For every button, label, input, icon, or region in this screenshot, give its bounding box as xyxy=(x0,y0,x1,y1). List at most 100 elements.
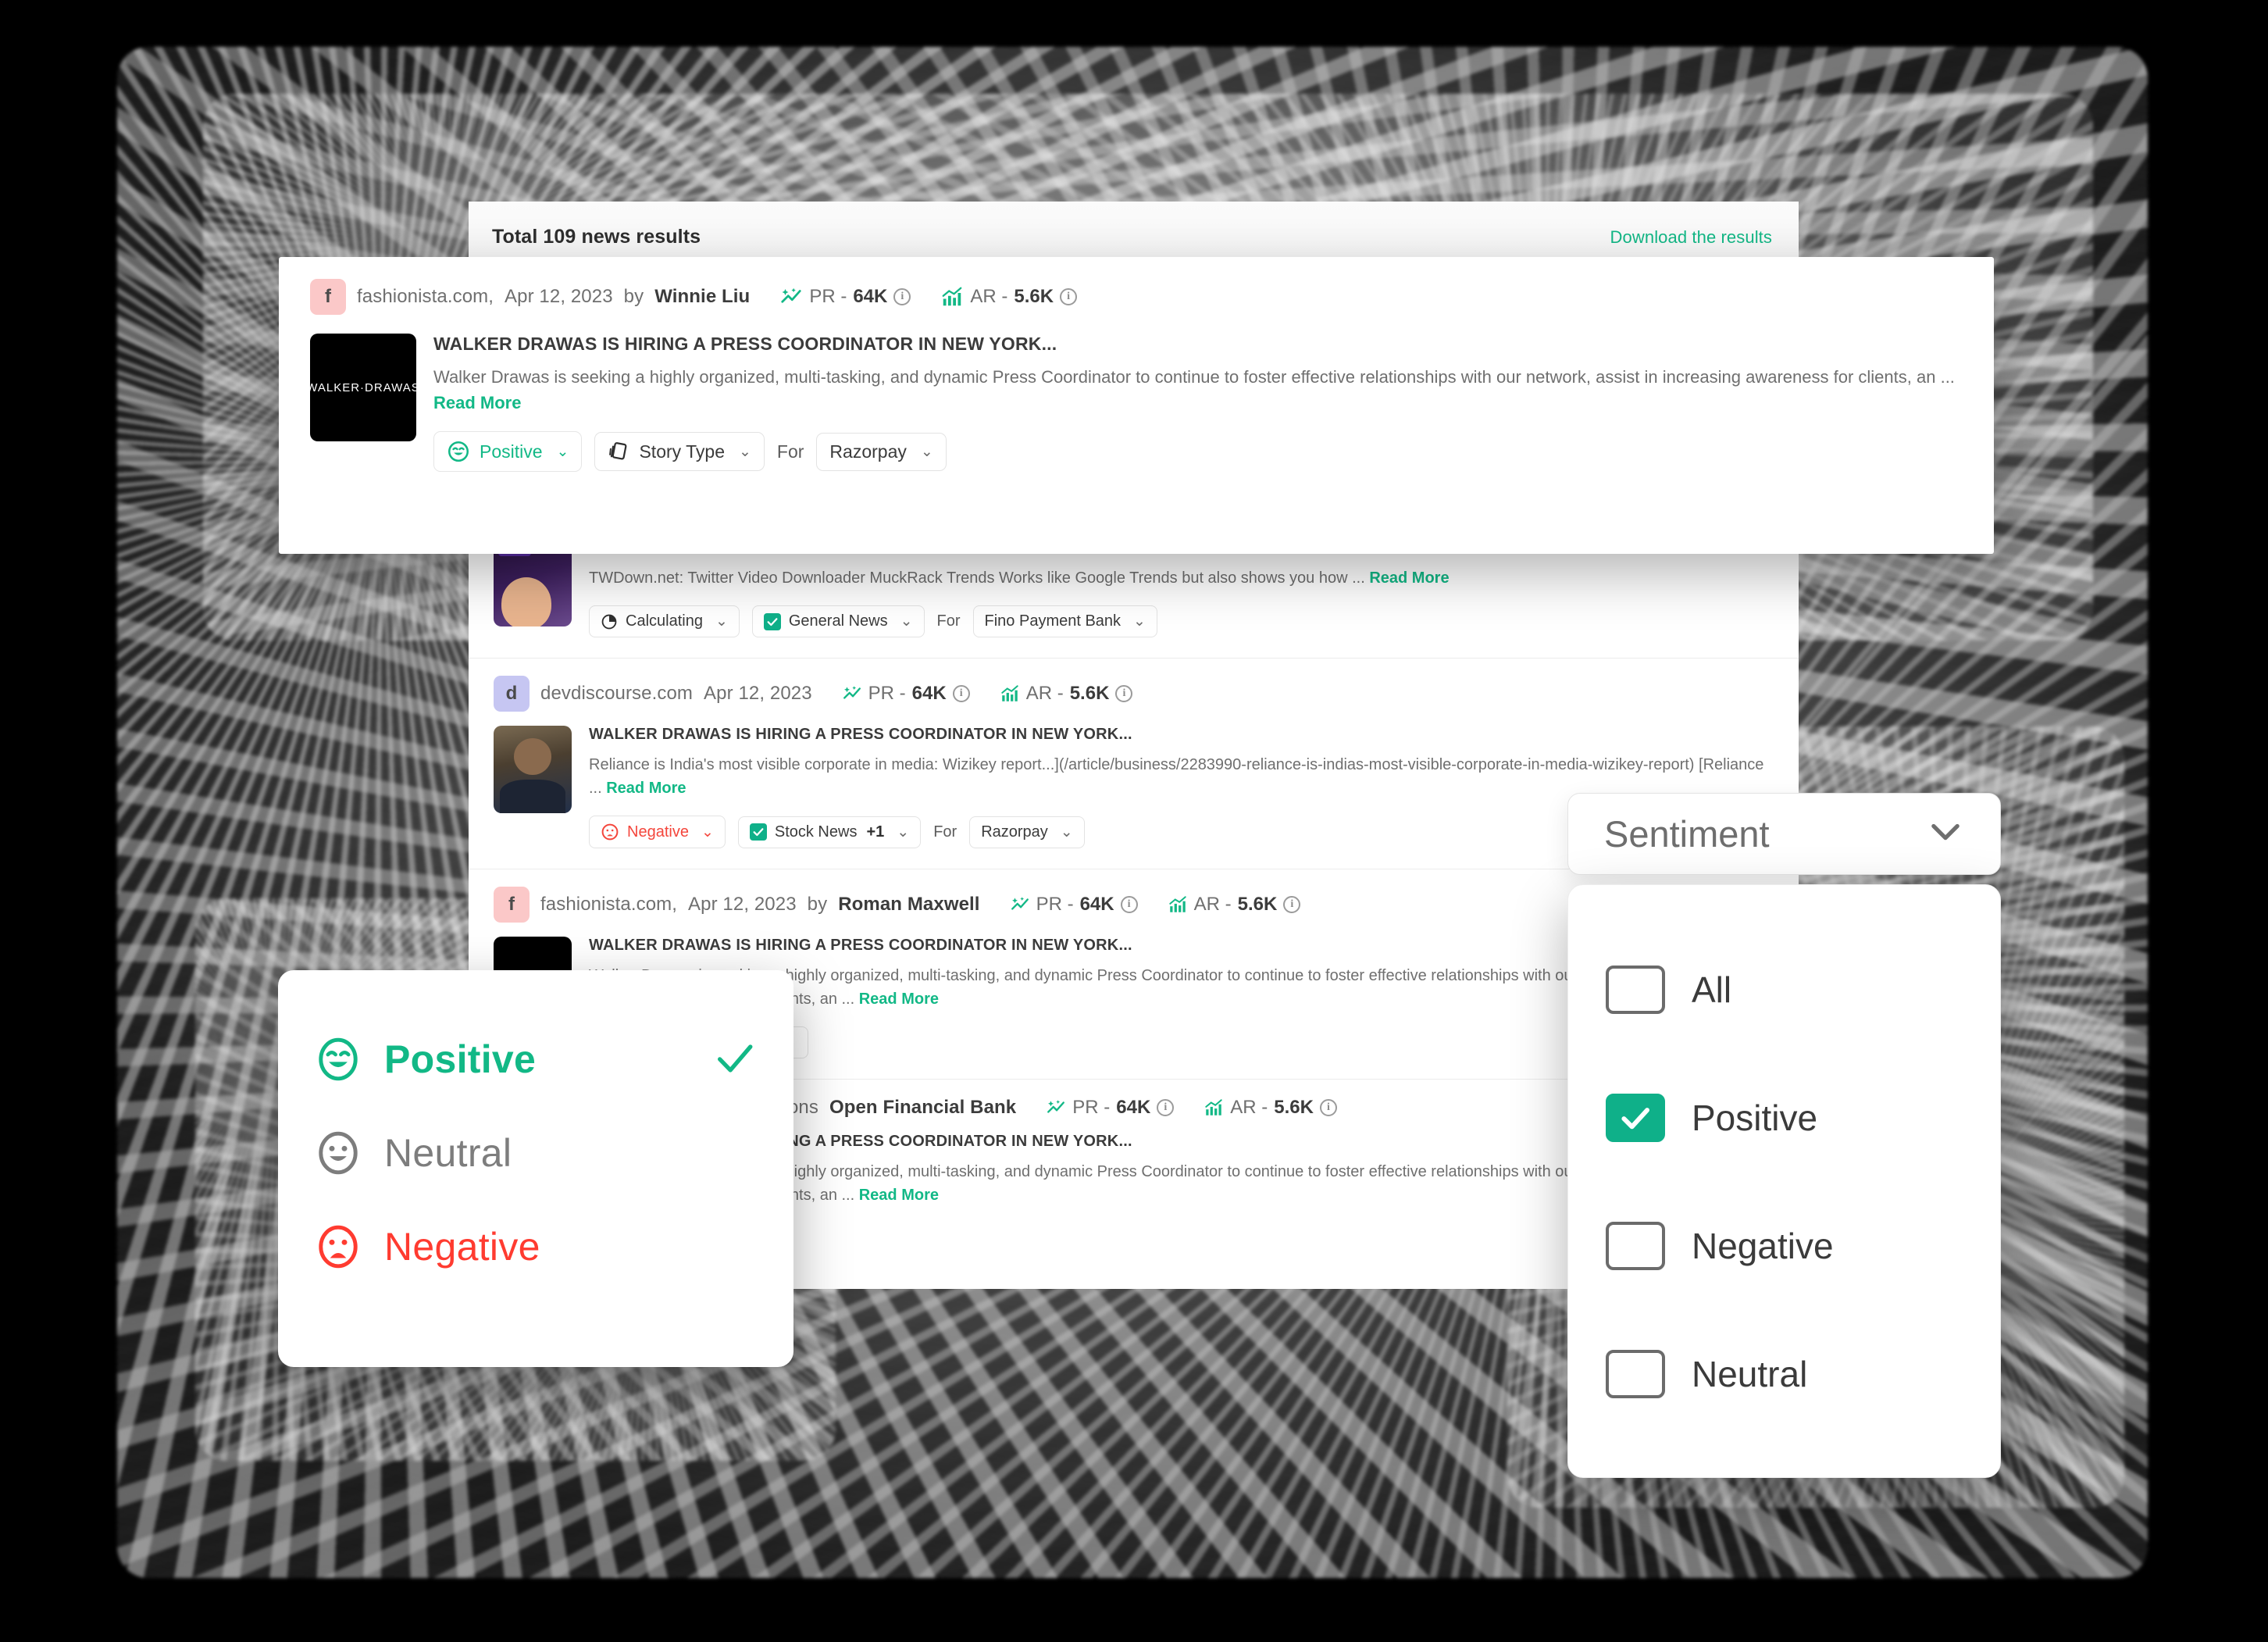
sparkle-line-chart-icon xyxy=(843,686,861,699)
story-type-label: Stock News xyxy=(774,823,858,841)
bar-chart-up-icon xyxy=(1205,1099,1223,1115)
thumbnail-brand-text: WALKER·DRAWAS xyxy=(310,380,416,394)
ar-label: AR - xyxy=(1230,1097,1268,1118)
snippet-text: TWDown.net: Twitter Video Downloader Muc… xyxy=(589,569,1365,587)
sentiment-pill[interactable]: Calculating ⌄ xyxy=(589,605,740,637)
result-headline[interactable]: WALKER DRAWAS IS HIRING A PRESS COORDINA… xyxy=(589,726,1772,744)
brand-pill[interactable]: Razorpay ⌄ xyxy=(816,432,947,471)
smiley-negative-icon xyxy=(601,823,619,841)
result-snippet: TWDown.net: Twitter Video Downloader Muc… xyxy=(589,566,1772,590)
brand-label: Razorpay xyxy=(981,823,1048,841)
chevron-down-icon: ⌄ xyxy=(900,613,913,630)
brand-pill[interactable]: Fino Payment Bank ⌄ xyxy=(972,605,1157,637)
menu-item-neutral[interactable]: Neutral xyxy=(278,1106,793,1200)
sentiment-filter-button[interactable]: Sentiment xyxy=(1567,793,2001,875)
sentiment-pill-label: Calculating xyxy=(626,612,703,630)
publish-date: Apr 12, 2023 xyxy=(704,683,812,704)
result-thumbnail xyxy=(494,726,572,813)
result-meta: d devdiscourse.com Apr 12, 2023 PR -64K … xyxy=(494,676,1772,712)
checkbox-unchecked-icon[interactable] xyxy=(1606,1222,1665,1270)
story-type-pill[interactable]: Stock News +1 ⌄ xyxy=(737,816,922,848)
brand-label: Razorpay xyxy=(829,441,907,462)
info-circle-icon[interactable]: i xyxy=(1115,685,1133,702)
menu-item-label: Neutral xyxy=(384,1131,512,1175)
source-name[interactable]: fashionista.com, xyxy=(357,286,494,308)
pr-metric: PR -64K i xyxy=(842,683,970,705)
sentiment-pill[interactable]: Positive ⌄ xyxy=(433,431,583,472)
read-more-link[interactable]: Read More xyxy=(859,1187,939,1204)
results-total-label: Total 109 news results xyxy=(492,226,701,248)
brand-pill[interactable]: Razorpay ⌄ xyxy=(969,816,1085,848)
ar-label: AR - xyxy=(970,286,1008,307)
sentiment-pill-label: Positive xyxy=(480,441,543,462)
favicon: d xyxy=(494,676,530,712)
sentiment-option-label: All xyxy=(1692,969,1732,1010)
result-controls: Calculating ⌄ General News ⌄ For Fino Pa… xyxy=(589,605,1772,637)
sentiment-option-positive[interactable]: Positive xyxy=(1568,1054,2000,1182)
bar-chart-up-icon xyxy=(942,287,962,306)
result-snippet: Walker Drawas is seeking a highly organi… xyxy=(433,364,1963,416)
sentiment-filter-options-panel: All Positive Negative Neutral xyxy=(1567,884,2001,1478)
cards-stack-icon xyxy=(609,442,627,460)
for-label: For xyxy=(933,823,957,841)
ar-value: 5.6K xyxy=(1274,1097,1314,1118)
sentiment-option-neutral[interactable]: Neutral xyxy=(1568,1310,2000,1438)
favicon: f xyxy=(494,887,530,923)
info-circle-icon[interactable]: i xyxy=(952,685,970,702)
story-type-pill[interactable]: Story Type ⌄ xyxy=(594,432,765,471)
sentiment-option-negative[interactable]: Negative xyxy=(1568,1182,2000,1310)
checkbox-unchecked-icon[interactable] xyxy=(1606,1350,1665,1398)
info-circle-icon[interactable]: i xyxy=(1319,1099,1337,1116)
story-type-label: General News xyxy=(788,612,888,630)
pr-value: 64K xyxy=(853,286,888,307)
checkbox-checked-icon[interactable] xyxy=(1606,1094,1665,1142)
result-headline[interactable]: WALKER DRAWAS IS HIRING A PRESS COORDINA… xyxy=(433,334,1963,355)
sentiment-pill[interactable]: Negative ⌄ xyxy=(589,816,726,848)
author-name: Roman Maxwell xyxy=(838,894,980,915)
check-icon xyxy=(763,612,781,630)
bar-chart-up-icon xyxy=(1000,685,1018,701)
pr-label: PR - xyxy=(1072,1097,1111,1118)
for-label: For xyxy=(936,612,961,630)
pr-value: 64K xyxy=(911,683,947,704)
chevron-down-icon: ⌄ xyxy=(715,613,728,630)
table-row: Social Media Tools... TWDown.net: Twitte… xyxy=(469,539,1799,659)
read-more-link[interactable]: Read More xyxy=(606,780,686,797)
menu-item-label: Negative xyxy=(384,1225,540,1269)
check-icon xyxy=(749,823,767,841)
snippet-text: Reliance is India's most visible corpora… xyxy=(589,756,1764,797)
smiley-negative-icon xyxy=(319,1225,358,1269)
ar-metric: AR -5.6K i xyxy=(940,285,1078,309)
by-label: by xyxy=(807,894,828,915)
read-more-link[interactable]: Read More xyxy=(1369,569,1449,587)
check-icon xyxy=(712,1035,758,1084)
info-circle-icon[interactable]: i xyxy=(1120,896,1138,913)
source-name[interactable]: fashionista.com, xyxy=(540,894,677,916)
sentiment-option-all[interactable]: All xyxy=(1568,926,2000,1054)
smiley-positive-icon xyxy=(319,1037,358,1081)
read-more-link[interactable]: Read More xyxy=(433,393,521,412)
menu-item-negative[interactable]: Negative xyxy=(278,1200,793,1294)
publish-date: Apr 12, 2023 xyxy=(505,286,613,307)
source-name[interactable]: devdiscourse.com xyxy=(540,683,693,705)
info-circle-icon[interactable]: i xyxy=(1283,896,1301,913)
info-circle-icon[interactable]: i xyxy=(1157,1099,1175,1116)
for-label: For xyxy=(776,441,804,462)
checkbox-unchecked-icon[interactable] xyxy=(1606,966,1665,1014)
ar-label: AR - xyxy=(1193,894,1232,915)
info-circle-icon[interactable]: i xyxy=(1060,288,1078,305)
info-circle-icon[interactable]: i xyxy=(893,288,911,305)
ar-metric: AR -5.6K i xyxy=(1168,894,1301,916)
pr-metric: PR -64K i xyxy=(779,285,911,309)
sentiment-option-label: Positive xyxy=(1692,1098,1818,1138)
result-meta: f fashionista.com, Apr 12, 2023 by Winni… xyxy=(310,279,1963,315)
screenshot-stage: Total 109 news results Download the resu… xyxy=(0,0,2268,1642)
read-more-link[interactable]: Read More xyxy=(859,991,939,1008)
menu-item-positive[interactable]: Positive xyxy=(278,1012,793,1106)
story-type-pill[interactable]: General News ⌄ xyxy=(751,605,925,637)
download-results-link[interactable]: Download the results xyxy=(1610,227,1772,248)
favicon: f xyxy=(310,279,346,315)
pr-label: PR - xyxy=(868,683,906,704)
sparkle-line-chart-icon xyxy=(1047,1100,1065,1113)
highlighted-result-card: f fashionista.com, Apr 12, 2023 by Winni… xyxy=(279,257,1994,554)
